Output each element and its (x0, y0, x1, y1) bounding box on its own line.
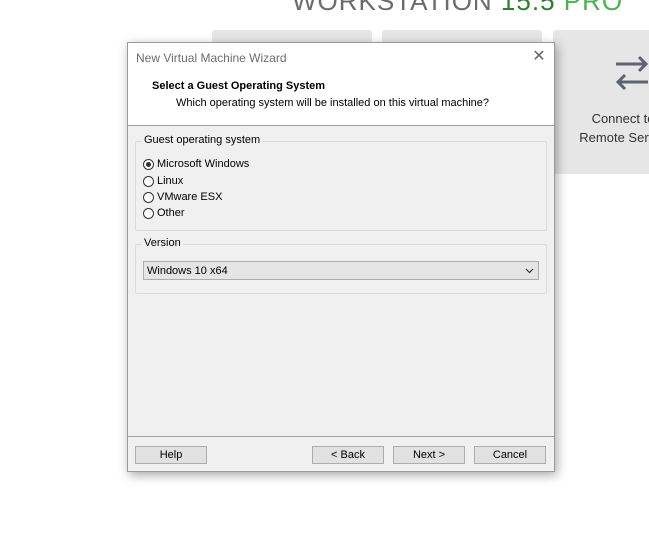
connect-label-line1: Connect to (591, 111, 649, 126)
guest-os-group-label: Guest operating system (142, 134, 263, 146)
wizard-step-subtitle: Which operating system will be installed… (176, 97, 490, 109)
connect-label-line2: Remote Server (579, 130, 649, 145)
os-option-linux[interactable]: Linux (143, 173, 183, 189)
next-button[interactable]: Next > (393, 446, 465, 464)
radio-button-checked[interactable] (143, 158, 154, 170)
back-button[interactable]: < Back (312, 446, 384, 464)
wizard-step-title: Select a Guest Operating System (152, 80, 326, 92)
product-title: WORKSTATION 15.5 PRO (292, 0, 623, 17)
version-select[interactable]: Windows 10 x64 (143, 261, 539, 280)
os-option-label: Microsoft Windows (157, 158, 250, 170)
cancel-button[interactable]: Cancel (474, 446, 546, 464)
version-select-value: Windows 10 x64 (147, 265, 228, 277)
product-version: 15.5 (500, 0, 556, 16)
version-group: Version Windows 10 x64 (135, 237, 547, 294)
radio-button[interactable] (143, 207, 154, 219)
wizard-header: Select a Guest Operating System Which op… (128, 73, 554, 126)
radio-button[interactable] (143, 191, 154, 203)
os-option-label: Other (157, 207, 185, 219)
help-button[interactable]: Help (135, 446, 207, 464)
guest-os-group: Guest operating system Microsoft Windows… (135, 134, 547, 231)
dialog-titlebar[interactable]: New Virtual Machine Wizard ✕ (128, 43, 554, 73)
os-option-label: Linux (157, 175, 184, 187)
os-option-vmware-esx[interactable]: VMware ESX (143, 189, 222, 205)
version-group-label: Version (142, 237, 183, 249)
os-option-other[interactable]: Other (143, 205, 185, 221)
product-title-prefix: WORKSTATION (292, 0, 501, 16)
os-option-label: VMware ESX (157, 191, 223, 203)
footer-divider (128, 436, 554, 437)
chevron-down-icon (525, 268, 534, 274)
dialog-title: New Virtual Machine Wizard (136, 51, 287, 65)
new-vm-wizard-dialog: New Virtual Machine Wizard ✕ Select a Gu… (127, 42, 555, 472)
radio-button[interactable] (143, 175, 154, 187)
connect-remote-label: Connect to Remote Server (568, 109, 649, 147)
os-option-microsoft-windows[interactable]: Microsoft Windows (143, 156, 249, 172)
connect-arrows-icon (615, 55, 649, 91)
close-icon[interactable]: ✕ (530, 48, 548, 66)
product-edition: PRO (555, 0, 624, 16)
